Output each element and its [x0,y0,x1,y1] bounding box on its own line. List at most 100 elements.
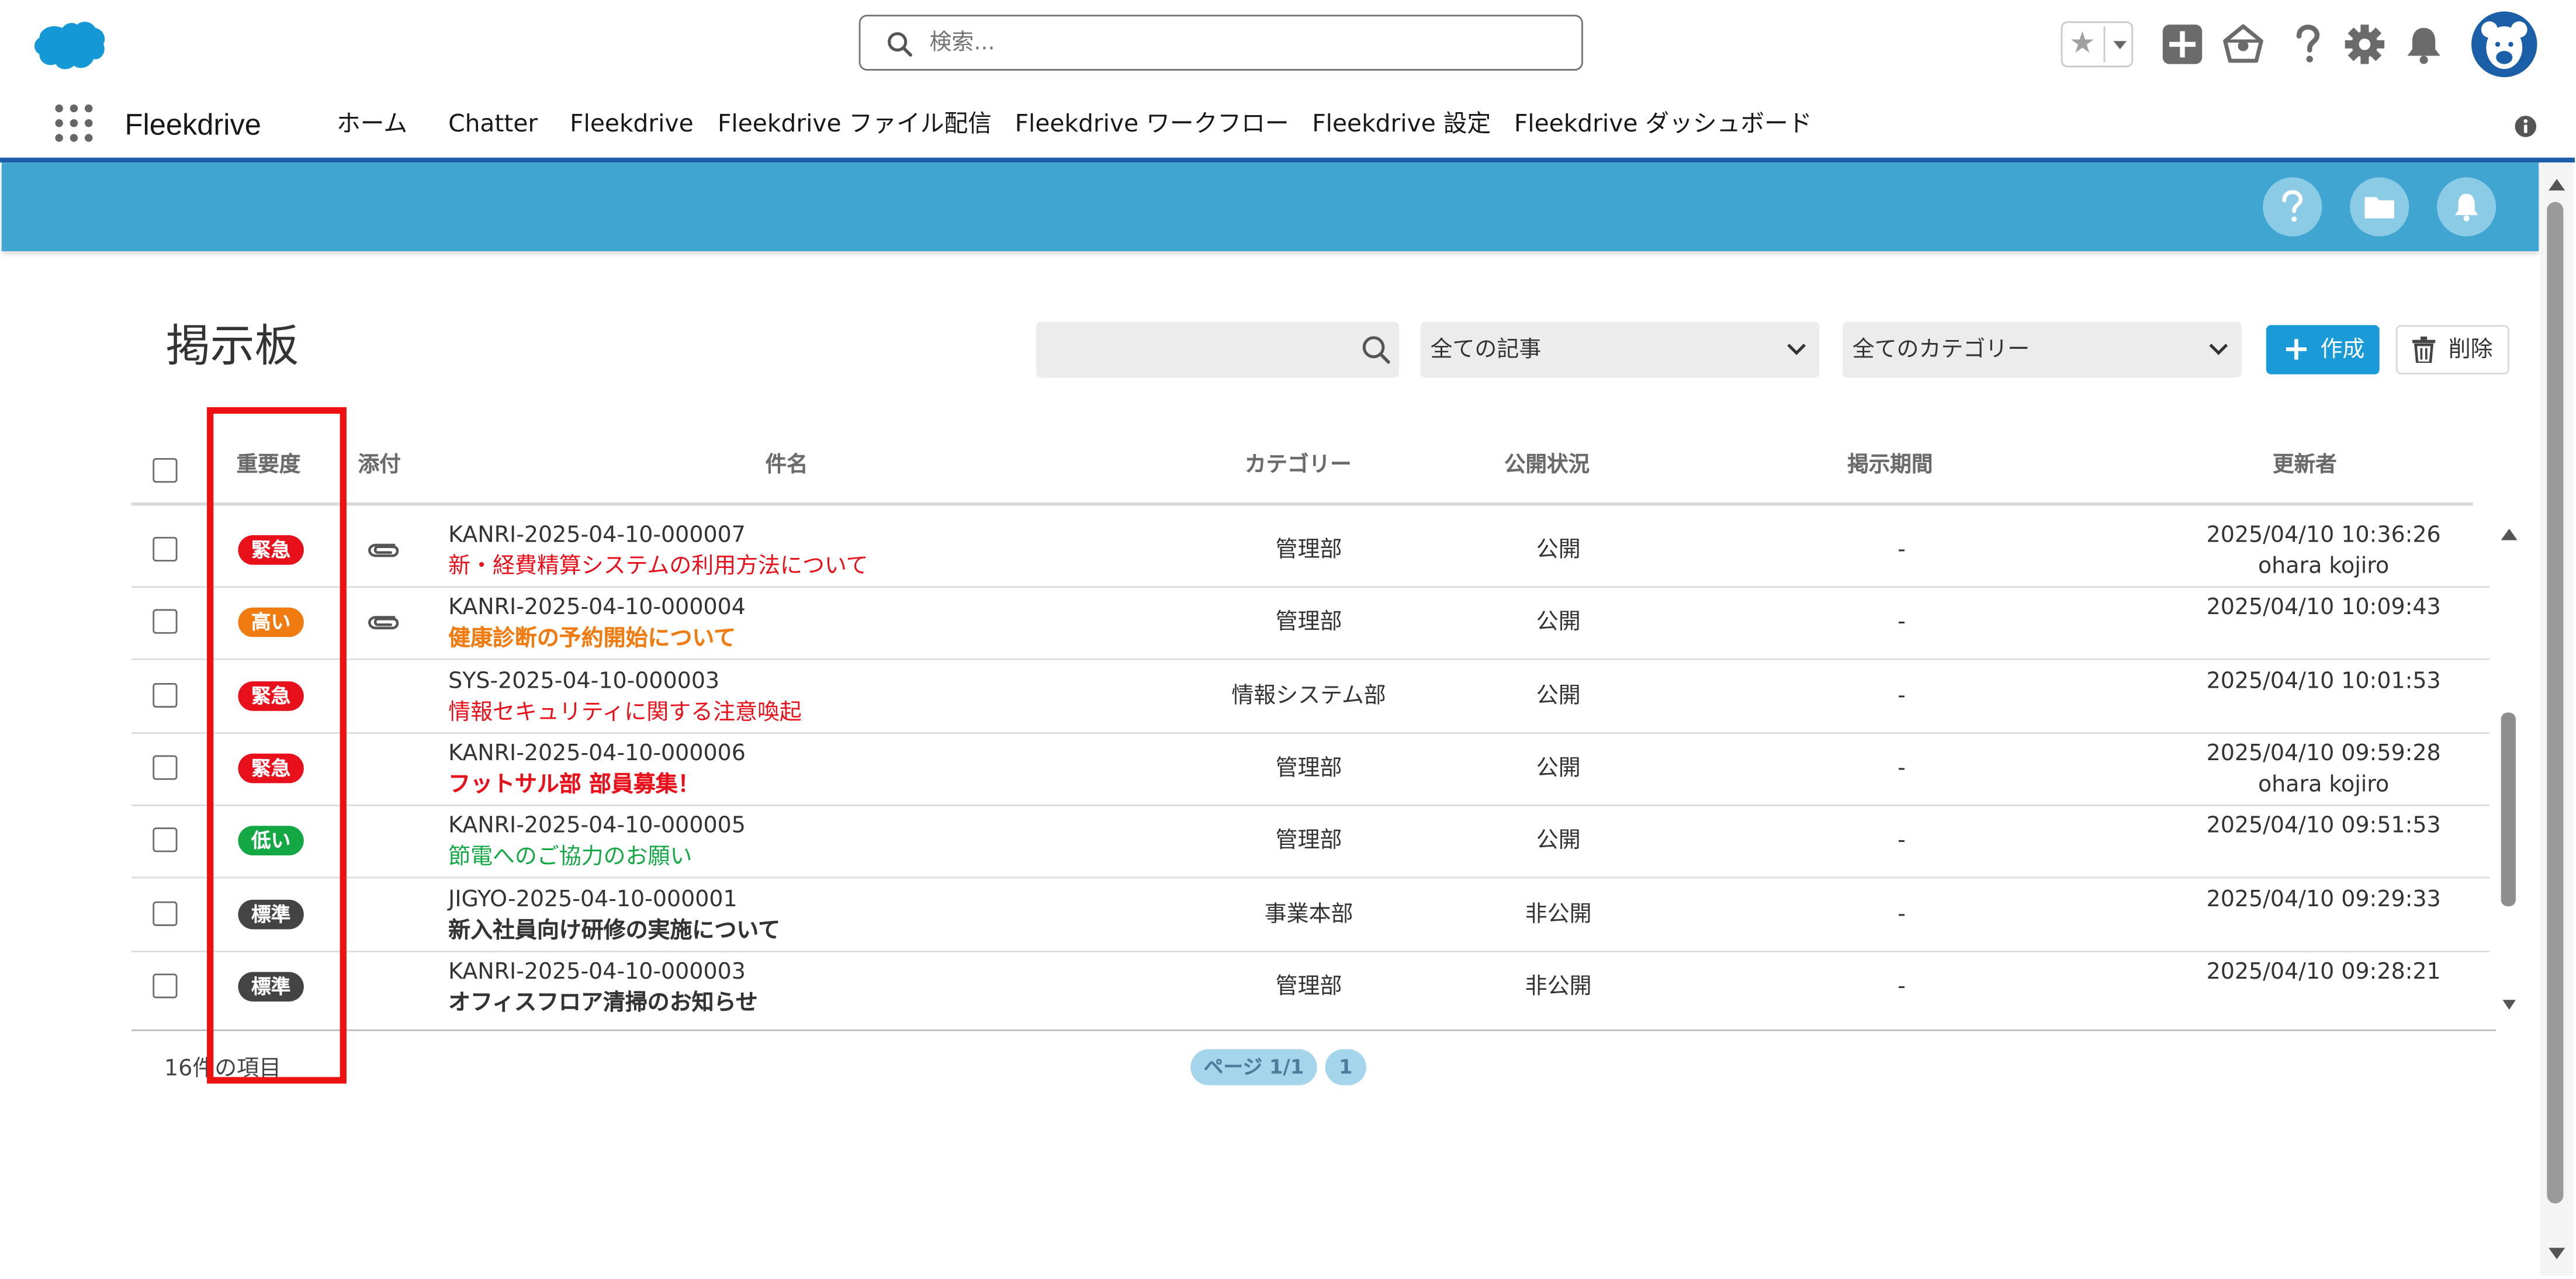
salesforce-logo[interactable] [31,20,106,72]
row-checkbox[interactable] [153,900,178,926]
help-icon [2282,190,2303,222]
nav-item-workflow[interactable]: Fleekdrive ワークフロー [1015,108,1289,141]
document-number: JIGYO-2025-04-10-000001 [448,885,738,912]
nav-item-settings[interactable]: Fleekdrive 設定 [1312,108,1491,141]
trailhead-icon[interactable] [2222,23,2265,65]
paperclip-icon[interactable] [365,539,401,561]
subject-link[interactable]: 情報セキュリティに関する注意喚起 [448,697,802,727]
article-filter-select[interactable]: 全ての記事 [1420,321,1820,378]
updated-datetime: 2025/04/10 09:59:28 [2206,740,2441,767]
search-icon[interactable] [1361,335,1391,365]
updater-name: ohara kojiro [2258,771,2390,798]
row-divider [131,949,2490,952]
row-divider [131,877,2490,879]
subject-link[interactable]: フットサル部 部員募集！ [448,770,700,800]
category-cell: 事業本部 [1264,900,1353,927]
subject-link[interactable]: オフィスフロア清掃のお知らせ [448,988,758,1018]
nav-item-dashboard[interactable]: Fleekdrive ダッシュボード [1514,108,1812,141]
nav-item-home[interactable]: ホーム [337,108,407,141]
row-divider [131,804,2490,806]
row-checkbox[interactable] [153,755,178,780]
banner-help-button[interactable] [2263,177,2322,237]
row-checkbox[interactable] [153,609,178,635]
category-cell: 管理部 [1275,827,1342,854]
subject-link[interactable]: 健康診断の予約開始について [448,625,736,654]
chevron-down-icon [2209,344,2228,355]
delete-button[interactable]: 削除 [2395,325,2509,375]
updated-datetime: 2025/04/10 10:09:43 [2206,595,2441,622]
subject-link[interactable]: 節電へのご協力のお願い [448,843,692,872]
select-all-checkbox[interactable] [153,457,178,483]
column-header-attachment[interactable]: 添付 [358,452,401,481]
folder-icon [2364,197,2394,219]
document-number: KANRI-2025-04-10-000006 [448,740,746,767]
nav-item-chatter[interactable]: Chatter [448,108,538,141]
nav-item-fleekdrive[interactable]: Fleekdrive [570,108,694,141]
table-scrollbar-thumb[interactable] [2501,712,2516,907]
column-header-category[interactable]: カテゴリー [1245,452,1352,481]
column-header-status[interactable]: 公開状況 [1504,452,1590,481]
create-button-label: 作成 [2320,337,2365,363]
table-bottom-divider [131,1029,2497,1031]
info-icon[interactable] [2514,115,2537,138]
updated-datetime: 2025/04/10 09:28:21 [2206,958,2441,985]
row-divider [131,658,2490,661]
row-checkbox[interactable] [153,536,178,562]
status-cell: 非公開 [1525,900,1592,927]
banner-folder-button[interactable] [2350,177,2409,237]
gear-icon[interactable] [2343,23,2386,65]
global-search-box[interactable] [858,15,1583,71]
article-filter-value: 全ての記事 [1430,337,1542,363]
banner-notification-button[interactable] [2437,177,2497,237]
status-cell: 公開 [1536,827,1581,854]
pagination-page-button[interactable]: 1 [1325,1049,1366,1086]
user-avatar[interactable] [2471,11,2537,78]
bell-icon [2454,193,2478,221]
row-divider [131,732,2490,733]
status-cell: 公開 [1536,536,1581,563]
row-checkbox[interactable] [153,973,178,998]
search-icon [888,32,912,57]
app-launcher-icon[interactable] [54,103,94,143]
updated-datetime: 2025/04/10 10:36:26 [2206,522,2441,549]
chevron-down-icon [1787,344,1806,355]
create-button[interactable]: + 作成 [2266,325,2380,375]
scroll-up-arrow-icon[interactable] [2547,176,2567,192]
global-search-input[interactable] [929,23,1554,63]
category-cell: 管理部 [1275,609,1342,636]
page-scrollbar[interactable] [2540,162,2574,1276]
chevron-down-icon[interactable] [2108,31,2132,58]
period-cell: - [1898,755,1906,782]
scroll-down-arrow-icon[interactable] [2501,998,2518,1011]
add-icon[interactable] [2161,23,2204,65]
nav-item-file-delivery[interactable]: Fleekdrive ファイル配信 [718,108,992,141]
table-scrollbar[interactable] [2493,519,2526,1021]
delete-button-label: 削除 [2448,337,2493,363]
page-scrollbar-thumb[interactable] [2547,202,2564,1204]
keyword-search-box[interactable] [1036,321,1400,378]
help-icon[interactable] [2286,23,2329,65]
star-icon[interactable]: ★ [2069,27,2096,61]
column-header-subject[interactable]: 件名 [765,452,808,481]
category-cell: 管理部 [1275,536,1342,563]
period-cell: - [1898,900,1906,927]
favorites-button-group[interactable]: ★ [2061,21,2134,68]
document-number: KANRI-2025-04-10-000007 [448,522,746,549]
scroll-down-arrow-icon[interactable] [2547,1246,2567,1263]
page-title: 掲示板 [165,321,299,373]
bell-icon[interactable] [2402,23,2445,65]
row-checkbox[interactable] [153,682,178,707]
keyword-search-input[interactable] [1049,331,1352,372]
subject-link[interactable]: 新・経費精算システムの利用方法について [448,552,868,581]
column-header-updater[interactable]: 更新者 [2273,452,2337,481]
scroll-up-arrow-icon[interactable] [2499,525,2519,542]
pagination-label: ページ 1/1 [1190,1049,1317,1086]
paperclip-icon[interactable] [365,611,401,634]
category-filter-select[interactable]: 全てのカテゴリー [1842,321,2242,378]
subject-link[interactable]: 新入社員向け研修の実施について [448,916,780,945]
category-filter-value: 全てのカテゴリー [1852,337,2030,363]
column-header-period[interactable]: 掲示期間 [1847,452,1933,481]
row-checkbox[interactable] [153,827,178,852]
updated-datetime: 2025/04/10 10:01:53 [2206,667,2441,694]
trash-icon [2412,337,2436,363]
